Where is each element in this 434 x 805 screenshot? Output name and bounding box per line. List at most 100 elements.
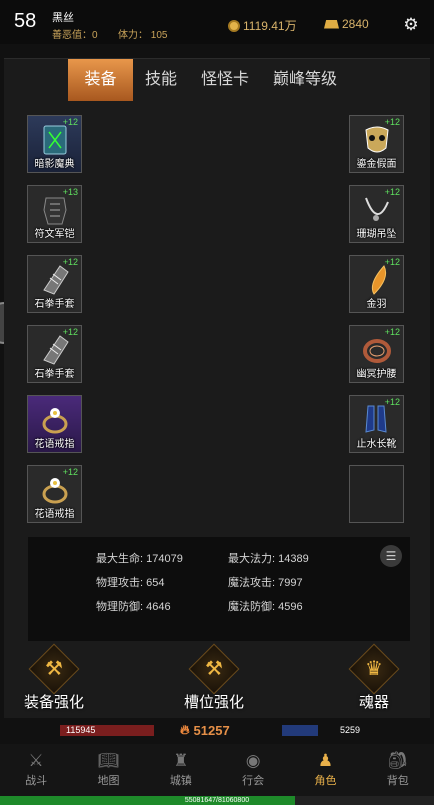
soul-vessel-button[interactable]: ♛ 魂器 <box>348 643 400 712</box>
mask-icon <box>365 126 389 153</box>
character-icon: ♟ <box>317 751 334 770</box>
item-name: 石拳手套 <box>34 299 75 310</box>
nav-battle-label: 战斗 <box>25 774 48 787</box>
anvil-icon: ⚒ <box>188 643 240 695</box>
stat-max-mp: 最大法力: 14389 <box>228 553 309 565</box>
enhance-level: +13 <box>62 187 78 197</box>
nav-battle[interactable]: ⚔ 战斗 <box>0 744 72 796</box>
item-name: 花语戒指 <box>34 509 75 520</box>
item-name: 石拳手套 <box>34 369 75 380</box>
nav-guild-label: 行会 <box>242 774 265 787</box>
player-name: 黑丝 <box>52 12 74 24</box>
tab-peak-level[interactable]: 巅峰等级 <box>261 59 349 101</box>
nav-bag[interactable]: 🎒︎ 背包 <box>362 744 434 796</box>
equip-enhance-button[interactable]: ⚒ 装备强化 <box>24 643 84 712</box>
stat-magic-atk: 魔法攻击: 7997 <box>228 577 303 589</box>
coin-icon <box>228 19 240 32</box>
item-name: 金羽 <box>366 299 387 310</box>
equip-slot-right-4[interactable]: +12 幽冥护腰 <box>349 325 404 383</box>
item-name: 幽冥护腰 <box>356 369 397 380</box>
gold-amount: 2840 <box>342 17 369 31</box>
armor-icon <box>43 197 67 225</box>
mp-bar <box>282 725 318 736</box>
player-level: 58 <box>14 10 37 32</box>
nav-town[interactable]: ♜ 城镇 <box>145 744 217 796</box>
item-name: 珊瑚吊坠 <box>356 229 397 240</box>
equip-slot-left-4[interactable]: +12 石拳手套 <box>27 325 82 383</box>
book-icon <box>43 125 67 155</box>
feather-icon <box>371 265 387 295</box>
boots-icon <box>365 405 387 433</box>
equip-slot-right-1[interactable]: +12 鎏金假面 <box>349 115 404 173</box>
tab-equipment[interactable]: 装备 <box>68 59 133 101</box>
enhance-level: +12 <box>62 257 78 267</box>
gold-ingot-icon <box>324 19 339 29</box>
crown-icon: ♛ <box>348 643 400 695</box>
backpack-icon: 🎒︎ <box>387 751 409 770</box>
pendant-icon <box>365 197 389 221</box>
experience-bar: 55081647/81060800 <box>0 796 434 805</box>
nav-character-label: 角色 <box>314 774 337 787</box>
item-name: 符文军铠 <box>34 229 75 240</box>
stats-menu-icon[interactable]: ☰ <box>380 545 402 567</box>
flame-icon: 🔥︎ <box>180 722 190 737</box>
karma-value: 善恶值：0 <box>52 30 98 41</box>
equip-slot-left-5[interactable]: 花语戒指 <box>27 395 82 453</box>
nav-character[interactable]: ♟ 角色 <box>289 744 361 796</box>
stat-phys-def: 物理防御: 4646 <box>96 601 171 613</box>
item-name: 暗影魔典 <box>34 159 75 170</box>
equip-slot-left-1[interactable]: +12 暗影魔典 <box>27 115 82 173</box>
equip-slot-right-6-empty[interactable] <box>349 465 404 523</box>
equip-slot-left-2[interactable]: +13 符文军铠 <box>27 185 82 243</box>
crossed-swords-icon: ⚔ <box>28 751 44 770</box>
ring-icon <box>42 478 68 504</box>
equip-slot-left-3[interactable]: +12 石拳手套 <box>27 255 82 313</box>
enhance-level: +12 <box>384 257 400 267</box>
nav-map-label: 地图 <box>97 774 120 787</box>
enhance-level: +12 <box>384 327 400 337</box>
nav-map[interactable]: 📖︎ 地图 <box>72 744 144 796</box>
equip-slot-right-5[interactable]: +12 止水长靴 <box>349 395 404 453</box>
stamina-value: 体力： 105 <box>118 30 168 41</box>
ring-icon <box>42 408 68 434</box>
equip-slot-right-2[interactable]: +12 珊瑚吊坠 <box>349 185 404 243</box>
gold-balance: 2840 <box>324 17 369 31</box>
nav-town-label: 城镇 <box>169 774 192 787</box>
enhance-level: +12 <box>384 397 400 407</box>
item-name: 止水长靴 <box>356 439 397 450</box>
coin-amount: 1119.41万 <box>243 19 297 33</box>
hp-value: 115945 <box>66 725 96 735</box>
item-name: 花语戒指 <box>34 439 75 450</box>
enhance-level: +12 <box>62 327 78 337</box>
character-panel: 装备 技能 怪怪卡 巅峰等级 +12 暗影魔典 +13 符文军铠 +12 石拳手… <box>4 58 430 718</box>
combat-power-value: 51257 <box>193 722 230 738</box>
nav-guild[interactable]: ◉ 行会 <box>217 744 289 796</box>
gauntlet-icon <box>43 265 69 295</box>
top-status-bar: 58 黑丝 善恶值：0 体力： 105 1119.41万 2840 ⚙ <box>0 0 434 44</box>
stat-magic-def: 魔法防御: 4596 <box>228 601 303 613</box>
equip-slot-left-6[interactable]: +12 花语戒指 <box>27 465 82 523</box>
enhance-level: +12 <box>384 117 400 127</box>
enhance-level: +12 <box>62 117 78 127</box>
bottom-navigation: ⚔ 战斗 📖︎ 地图 ♜ 城镇 ◉ 行会 ♟ 角色 🎒︎ 背包 <box>0 744 434 796</box>
hammer-icon: ⚒ <box>28 643 80 695</box>
coin-balance: 1119.41万 <box>228 17 297 34</box>
enhance-level: +12 <box>62 467 78 477</box>
experience-text: 55081647/81060800 <box>184 797 250 804</box>
nav-bag-label: 背包 <box>386 774 409 787</box>
stat-phys-atk: 物理攻击: 654 <box>96 577 165 589</box>
belt-icon <box>363 339 391 363</box>
mp-value: 5259 <box>340 725 361 735</box>
tab-monster-cards[interactable]: 怪怪卡 <box>189 59 261 101</box>
combat-power: 🔥︎ 51257 <box>180 722 230 738</box>
settings-gear-icon[interactable]: ⚙ <box>402 16 420 34</box>
castle-icon: ♜ <box>173 751 189 770</box>
slot-enhance-button[interactable]: ⚒ 槽位强化 <box>184 643 244 712</box>
attribute-stats: 最大生命: 174079 最大法力: 14389 物理攻击: 654 魔法攻击:… <box>28 537 410 641</box>
character-tabs: 装备 技能 怪怪卡 巅峰等级 <box>68 59 349 101</box>
tab-skills[interactable]: 技能 <box>133 59 189 101</box>
equip-slot-right-3[interactable]: +12 金羽 <box>349 255 404 313</box>
gauntlet-icon <box>43 335 69 365</box>
map-book-icon: 📖︎ <box>97 751 120 770</box>
stat-max-hp: 最大生命: 174079 <box>96 553 183 565</box>
